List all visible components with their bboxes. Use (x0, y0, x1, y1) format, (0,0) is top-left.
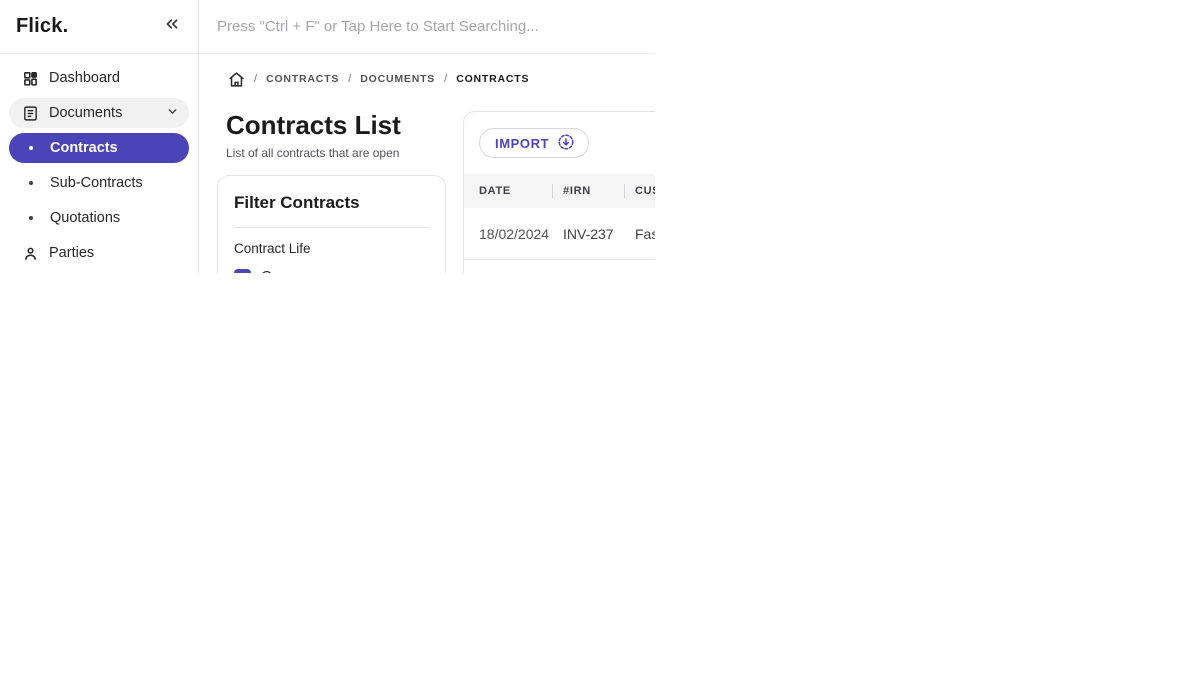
filter-panel: Filter Contracts Contract Life Open (217, 174, 446, 286)
import-button[interactable]: IMPORT (479, 128, 590, 158)
page-subtitle: List of all contracts that are open (226, 145, 400, 160)
sidebar-item-quotations[interactable]: Quotations (9, 203, 189, 233)
column-header-irn[interactable]: #IRN (552, 174, 624, 208)
right-column: IMPORT DATE #IRN CUSTOMER 18/02/2024 INV… (463, 111, 704, 273)
cell-irn: INV-237 (552, 208, 624, 259)
left-column: Contracts List List of all contracts tha… (217, 110, 446, 286)
cell-date: 18/02/2024 (464, 208, 552, 259)
breadcrumb-separator: / (254, 73, 258, 85)
breadcrumb: / CONTRACTS / DOCUMENTS / CONTRACTS (228, 70, 655, 88)
search-input[interactable]: Press "Ctrl + F" or Tap Here to Start Se… (199, 0, 655, 54)
sidebar-item-label: Contracts (50, 140, 118, 156)
home-icon[interactable] (228, 71, 245, 88)
sidebar: Flick. Dashboard Documents Contracts Sub… (0, 0, 199, 273)
person-icon (21, 244, 39, 262)
contracts-table-panel: IMPORT DATE #IRN CUSTOMER 18/02/2024 INV… (463, 111, 704, 273)
sidebar-item-dashboard[interactable]: Dashboard (9, 63, 189, 93)
app-viewport: Flick. Dashboard Documents Contracts Sub… (0, 0, 1200, 678)
filter-open-label: Open (261, 269, 297, 286)
cell-customer: Fashion (624, 208, 685, 259)
filter-section-label: Contract Life (234, 240, 311, 256)
document-icon (21, 104, 39, 122)
page-content: / CONTRACTS / DOCUMENTS / CONTRACTS Cont… (199, 54, 704, 286)
sidebar-item-label: Quotations (50, 210, 121, 226)
double-chevron-left-icon (163, 15, 181, 38)
app-rendered-region: Flick. Dashboard Documents Contracts Sub… (0, 0, 704, 286)
divider (234, 226, 429, 228)
download-icon (557, 133, 575, 154)
column-header-label: #IRN (563, 185, 591, 197)
table-header-row: DATE #IRN CUSTOMER (464, 174, 704, 208)
breadcrumb-separator: / (444, 73, 448, 85)
sidebar-header: Flick. (0, 0, 198, 54)
sidebar-item-parties[interactable]: Parties (9, 238, 189, 268)
dashboard-icon (21, 69, 39, 87)
filter-panel-title: Filter Contracts (234, 192, 360, 212)
sidebar-item-label: Sub-Contracts (50, 175, 143, 191)
table-row[interactable]: 18/02/2024 INV-237 Fashion (464, 208, 685, 260)
column-header-label: CUSTOMER (635, 185, 704, 197)
sidebar-item-label: Parties (49, 245, 95, 261)
breadcrumb-separator: / (348, 73, 352, 85)
sidebar-item-contracts[interactable]: Contracts (9, 133, 189, 163)
app-logo: Flick. (16, 15, 69, 37)
sidebar-item-sub-contracts[interactable]: Sub-Contracts (9, 168, 189, 198)
breadcrumb-item-contracts[interactable]: CONTRACTS (266, 73, 339, 85)
main-area: Press "Ctrl + F" or Tap Here to Start Se… (199, 0, 704, 286)
column-header-label: DATE (479, 185, 511, 197)
sidebar-item-label: Documents (49, 105, 123, 121)
bullet-icon (29, 146, 33, 150)
breadcrumb-item-current: CONTRACTS (456, 73, 530, 85)
search-placeholder: Press "Ctrl + F" or Tap Here to Start Se… (217, 18, 539, 35)
import-button-label: IMPORT (495, 135, 550, 151)
filter-open-checkbox-row[interactable]: Open (234, 268, 429, 286)
sidebar-nav: Dashboard Documents Contracts Sub-Contra… (0, 54, 198, 273)
column-header-customer[interactable]: CUSTOMER (624, 174, 704, 208)
sidebar-item-documents[interactable]: Documents (9, 98, 189, 128)
page-title: Contracts List (226, 110, 401, 140)
cell-value: 18/02/2024 (479, 225, 550, 242)
content-columns: Contracts List List of all contracts tha… (217, 110, 704, 286)
checkbox-checked-icon[interactable] (234, 268, 251, 273)
sidebar-item-label: Dashboard (49, 70, 120, 86)
bullet-icon (29, 181, 33, 185)
sidebar-collapse-button[interactable] (160, 15, 184, 39)
cell-value: INV-237 (563, 225, 614, 242)
cell-value: Fashion (635, 225, 685, 242)
breadcrumb-item-documents[interactable]: DOCUMENTS (360, 73, 435, 85)
chevron-down-icon (166, 105, 179, 122)
bullet-icon (29, 216, 33, 220)
column-header-date[interactable]: DATE (464, 174, 552, 208)
